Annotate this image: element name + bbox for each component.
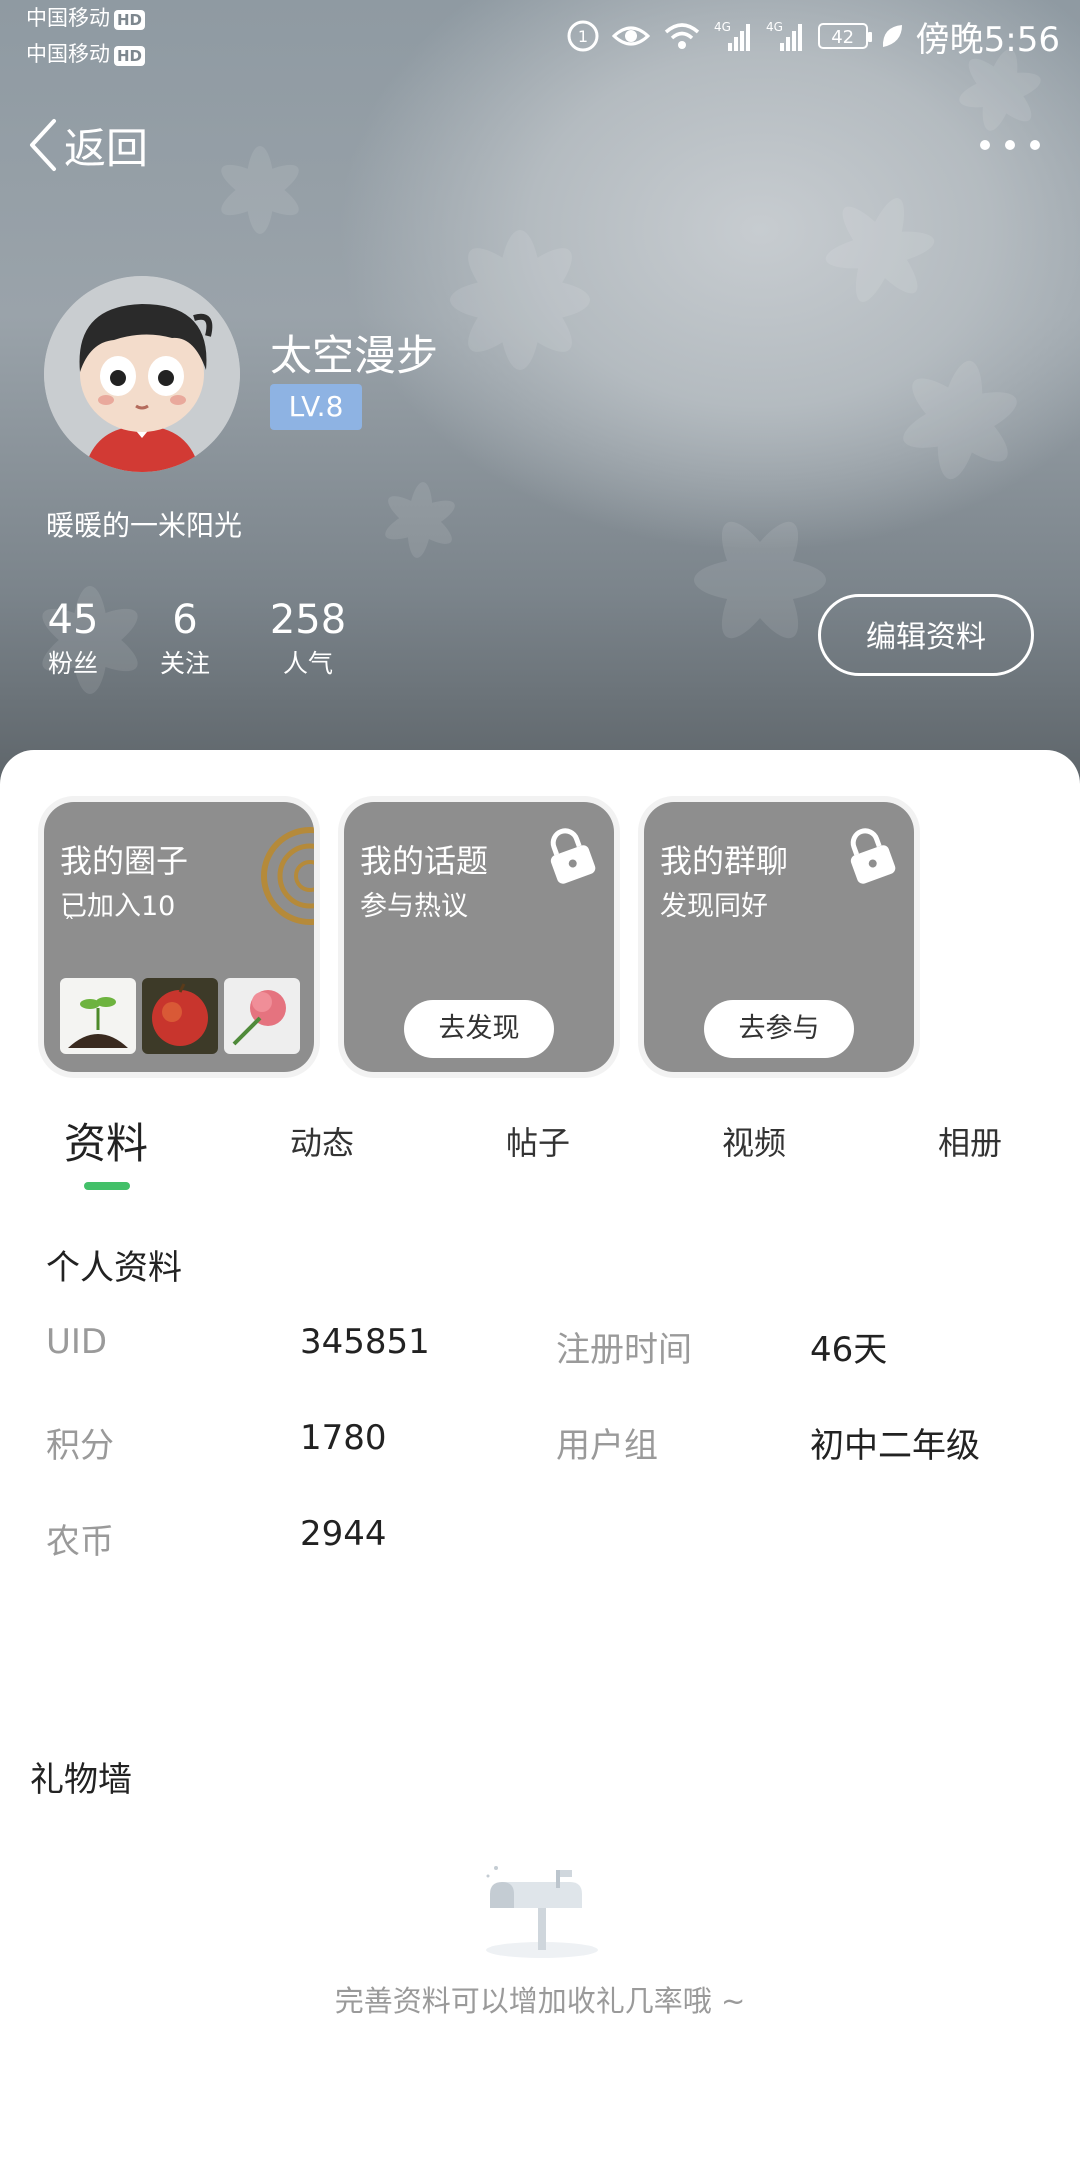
card-title: 我的话题 [360,842,489,880]
info-label-uid: UID [46,1322,108,1362]
eye-comfort-icon [611,26,650,46]
circle-thumbnail-sprout[interactable] [60,978,136,1054]
dot-icon [1030,140,1040,150]
card-title: 我的圈子 [60,842,189,880]
svg-text:4G: 4G [714,20,731,34]
profile-tabs: 资料 动态 帖子 视频 相册 [0,1110,1080,1190]
apple-image [142,978,218,1054]
empty-mailbox-icon [486,1866,598,1958]
tab-activity[interactable]: 动态 [290,1118,354,1164]
stat-label: 人气 [282,649,333,678]
card-subtitle: 参与热议 [360,891,468,922]
cartoon-avatar-image [44,276,240,472]
info-value-uid: 345851 [300,1322,430,1362]
card-my-group-chats[interactable]: 我的群聊 发现同好 去参与 [644,802,914,1072]
stat-label: 粉丝 [47,649,98,678]
avatar[interactable] [44,276,240,472]
leaf-icon [882,25,902,47]
card-subtitle: 发现同好 [660,891,768,922]
chevron-left-icon [30,119,56,171]
lock-icon [850,828,896,884]
more-options-button[interactable] [980,125,1040,165]
info-value-coins: 2944 [300,1514,387,1554]
status-bar: 中国移动 HD 中国移动 HD 1 4G 4G 42 傍晚5:56 [0,0,1080,80]
hd-badge: HD [114,10,146,30]
info-label-user-group: 用户组 [556,1426,658,1466]
svg-text:1: 1 [578,27,588,46]
battery-indicator: 42 [817,23,872,49]
status-time: 傍晚5:56 [915,19,1060,60]
level-badge[interactable]: LV.8 [270,384,362,430]
info-value-user-group: 初中二年级 [810,1426,980,1466]
signal-4g-icon-1: 4G [714,20,750,51]
profile-header-background: 中国移动 HD 中国移动 HD 1 4G 4G 42 傍晚5:56 返回 太空漫… [0,0,1080,790]
info-label-register-time: 注册时间 [556,1330,692,1370]
back-label: 返回 [64,123,149,173]
tab-profile[interactable]: 资料 [64,1110,148,1171]
carnation-image [224,978,300,1054]
data-saver-icon: 1 [567,20,599,52]
stat-value: 45 [47,597,99,643]
stat-fans[interactable]: 45 粉丝 [40,594,106,682]
stat-following[interactable]: 6 关注 [152,594,218,682]
stat-value: 6 [172,597,198,643]
stat-value: 258 [269,597,347,643]
carrier-name: 中国移动 [26,42,110,66]
signature-text: 暖暖的一米阳光 [46,509,243,542]
dot-icon [1005,140,1015,150]
card-my-topics[interactable]: 我的话题 参与热议 去发现 [344,802,614,1072]
carrier-name: 中国移动 [26,6,110,30]
tab-videos[interactable]: 视频 [722,1118,786,1164]
edit-profile-button[interactable]: 编辑资料 [818,594,1034,676]
hd-badge: HD [114,46,146,66]
sprout-image [60,978,136,1054]
tab-posts[interactable]: 帖子 [506,1118,570,1164]
carrier-label-1: 中国移动 HD [26,4,146,32]
gift-wall-empty-text: 完善资料可以增加收礼几率哦 ~ [334,1984,746,2018]
carrier-label-2: 中国移动 HD [26,40,146,68]
lock-icon [550,828,596,884]
info-label-points: 积分 [46,1426,114,1466]
info-value-points: 1780 [300,1418,387,1458]
back-button[interactable]: 返回 [28,110,148,180]
tab-album[interactable]: 相册 [938,1118,1002,1164]
status-icons: 1 4G 4G 42 傍晚5:56 [566,14,1060,60]
stat-popularity[interactable]: 258 人气 [268,594,348,682]
circle-thumbnail-apple[interactable] [142,978,218,1054]
dot-icon [980,140,990,150]
wifi-icon [664,23,699,49]
signal-4g-icon-2: 4G [766,20,802,51]
card-title: 我的群聊 [660,842,789,880]
svg-text:4G: 4G [766,20,783,34]
info-value-register-time: 46天 [810,1330,888,1370]
circle-swirl-icon [261,827,314,925]
username: 太空漫步 [270,331,439,380]
card-subtitle: 已加入10 [60,891,176,922]
gift-wall-title: 礼物墙 [30,1760,132,1800]
active-tab-indicator [84,1182,130,1190]
circle-thumbnail-carnation[interactable] [224,978,300,1054]
join-button[interactable]: 去参与 [704,1000,854,1058]
card-my-circles[interactable]: 我的圈子 已加入10 ˆ [44,802,314,1072]
personal-info-title: 个人资料 [46,1248,182,1288]
card-extra-caret: ˆ [64,914,75,939]
info-label-coins: 农币 [46,1522,114,1562]
stat-label: 关注 [159,649,210,678]
content-panel: 我的圈子 已加入10 ˆ 我的话题 参与热议 去发现 我的群聊 发现同好 去参与… [0,750,1080,2160]
discover-button[interactable]: 去发现 [404,1000,554,1058]
